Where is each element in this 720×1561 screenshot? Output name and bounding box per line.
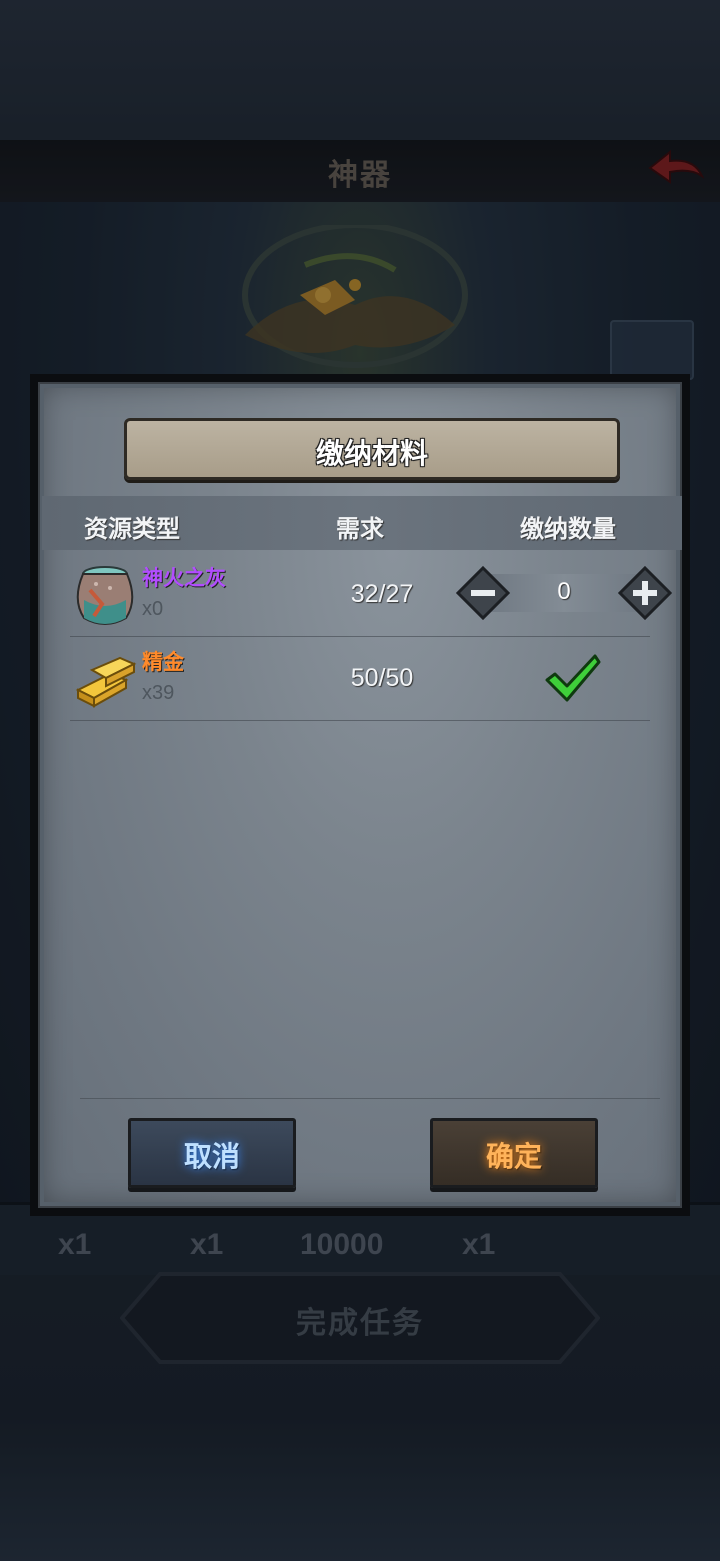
- ash-urn-icon: [76, 566, 134, 625]
- resource-name: 神火之灰: [142, 567, 226, 590]
- column-submit-amount: 缴纳数量: [520, 516, 616, 543]
- cancel-button-label: 取消: [183, 1141, 240, 1172]
- submit-materials-dialog: 缴纳材料 资源类型 需求 缴纳数量 神火之灰 x0 32/27 0 精金 x39…: [30, 374, 690, 1216]
- column-requirement: 需求: [336, 516, 384, 543]
- confirm-button[interactable]: 确定: [430, 1118, 598, 1188]
- requirement-value: 32/27: [350, 580, 414, 608]
- checkmark-icon: [545, 654, 601, 702]
- requirement-value: 50/50: [350, 664, 414, 692]
- resource-owned-count: x0: [142, 598, 164, 620]
- table-header: 资源类型 需求 缴纳数量: [42, 496, 682, 550]
- quantity-stepper: 0: [456, 566, 672, 622]
- dialog-title: 缴纳材料: [315, 438, 428, 469]
- increase-button[interactable]: [618, 566, 672, 620]
- dialog-title-banner: 缴纳材料: [124, 418, 620, 480]
- dialog-panel: 缴纳材料 资源类型 需求 缴纳数量 神火之灰 x0 32/27 0 精金 x39…: [38, 382, 682, 1208]
- cancel-button[interactable]: 取消: [128, 1118, 296, 1188]
- confirm-button-label: 确定: [485, 1141, 542, 1172]
- gold-bars-icon: [75, 656, 137, 708]
- table-row: 精金 x39 50/50: [70, 636, 650, 721]
- decrease-button[interactable]: [456, 566, 510, 620]
- divider: [80, 1098, 660, 1099]
- column-resource-type: 资源类型: [84, 516, 180, 543]
- table-row: 神火之灰 x0 32/27 0: [70, 552, 672, 637]
- resource-name: 精金: [142, 651, 184, 674]
- resource-owned-count: x39: [142, 682, 175, 704]
